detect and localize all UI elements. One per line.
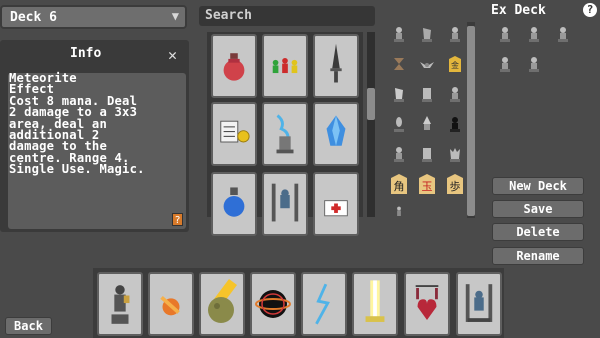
card-pawns[interactable] (262, 34, 308, 98)
medkit-icon (324, 200, 348, 217)
fireball-icon (160, 295, 180, 316)
delete-button[interactable]: Delete (492, 223, 584, 241)
card-red-potion[interactable] (211, 34, 257, 98)
scroll-and-coin-icon (220, 120, 250, 143)
card-grid (207, 32, 363, 236)
horse-icon[interactable] (392, 86, 406, 102)
deck-select[interactable]: Deck 6 ▼ (0, 5, 187, 29)
pawn-icon[interactable] (527, 56, 541, 72)
pawn-icon[interactable] (498, 26, 512, 42)
pawn-icon[interactable] (392, 146, 406, 162)
hand-card-fireball[interactable] (148, 272, 194, 336)
hand-card-priest[interactable] (97, 272, 143, 336)
card-pillar[interactable] (262, 172, 308, 236)
pawn-icon[interactable] (392, 26, 406, 42)
hand-card-pillar[interactable] (456, 272, 502, 336)
help-icon[interactable]: ? (583, 3, 597, 17)
card-lightning-statue[interactable] (262, 102, 308, 166)
piece-palette-scrollbar-thumb[interactable] (467, 26, 475, 216)
small-pawn-icon[interactable] (394, 206, 404, 216)
fu-tile-icon[interactable]: 歩 (446, 174, 464, 194)
wizard-icon[interactable] (420, 116, 434, 132)
card-scroll-coin[interactable] (211, 102, 257, 166)
king-tile-icon[interactable]: 玉 (418, 174, 436, 194)
knight-icon[interactable] (420, 26, 434, 42)
priest-statue-icon (111, 285, 130, 324)
pawn-icon[interactable] (498, 56, 512, 72)
card-grid-scrollbar-thumb[interactable] (367, 88, 375, 120)
chevron-down-icon: ▼ (171, 9, 179, 23)
exdeck-title: Ex Deck (491, 3, 546, 18)
queen-icon[interactable] (448, 146, 462, 162)
pillar-statue-icon (271, 183, 299, 222)
dark-pawn-icon[interactable] (448, 116, 462, 132)
card-grid-scrollbar[interactable] (367, 32, 375, 217)
rook-icon[interactable] (420, 146, 434, 162)
pillar-statue-icon (465, 284, 493, 322)
search-input[interactable]: Search (199, 6, 375, 26)
hand-card-meteorite[interactable] (199, 272, 245, 336)
colored-pawns-icon (272, 57, 298, 74)
pawn-icon[interactable] (448, 26, 462, 42)
piece-palette: 金 角 玉 歩 (386, 22, 468, 218)
hourglass-icon[interactable] (392, 56, 406, 72)
heart-shield-icon (415, 285, 439, 321)
pawn-icon[interactable] (527, 26, 541, 42)
card-dagger[interactable] (313, 34, 359, 98)
rename-button[interactable]: Rename (492, 247, 584, 265)
red-potion-icon (223, 53, 245, 81)
bishop-icon[interactable] (392, 116, 406, 132)
pawn-icon[interactable] (448, 86, 462, 102)
new-deck-button[interactable]: New Deck (492, 177, 584, 195)
card-crystal[interactable] (313, 102, 359, 166)
deck-select-value: Deck 6 (10, 10, 57, 25)
info-title: Info (70, 46, 102, 61)
save-button[interactable]: Save (492, 200, 584, 218)
lightning-icon (315, 283, 330, 325)
svg-text:玉: 玉 (422, 180, 433, 193)
svg-text:角: 角 (394, 180, 405, 193)
info-text: Meteorite Effect Cost 8 mana. Deal 2 dam… (8, 72, 186, 229)
close-icon[interactable]: ✕ (168, 46, 177, 64)
back-button[interactable]: Back (5, 317, 52, 335)
blue-potion-icon (223, 187, 245, 217)
svg-text:金: 金 (451, 60, 459, 70)
hand-card-black-hole[interactable] (250, 272, 296, 336)
card-blue-potion[interactable] (211, 172, 257, 236)
svg-text:歩: 歩 (450, 179, 461, 193)
hand-card-lightning[interactable] (301, 272, 347, 336)
blue-crystal-icon (326, 115, 346, 146)
hand-card-light-beam[interactable] (352, 272, 398, 336)
bat-icon[interactable] (420, 56, 434, 72)
dagger-icon (330, 43, 342, 83)
info-help-icon[interactable]: ? (172, 213, 183, 226)
pawn-icon[interactable] (556, 26, 570, 42)
lightning-statue-icon (276, 114, 294, 154)
meteorite-icon (208, 279, 237, 323)
rook-icon[interactable] (420, 86, 434, 102)
card-medkit[interactable] (313, 172, 359, 236)
gold-general-icon[interactable]: 金 (448, 56, 462, 72)
black-hole-icon (255, 290, 291, 318)
light-beam-icon (365, 280, 385, 322)
hand-card-heart[interactable] (404, 272, 450, 336)
kaku-tile-icon[interactable]: 角 (390, 174, 408, 194)
